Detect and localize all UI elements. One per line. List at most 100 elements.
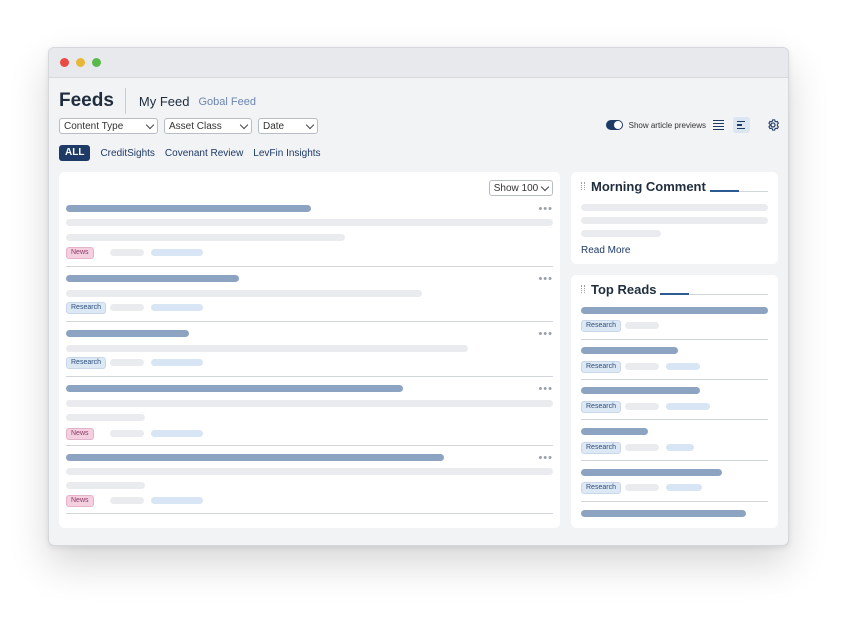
more-options-icon[interactable]: ••• [538, 384, 553, 395]
article-title-placeholder [66, 454, 444, 461]
article-title-placeholder [66, 330, 189, 337]
asset-class-select[interactable]: Asset Class [164, 118, 252, 134]
comment-placeholder [581, 217, 768, 224]
date-select[interactable]: Date [258, 118, 318, 134]
tab-creditsights[interactable]: CreditSights [100, 148, 154, 159]
article-title-placeholder [66, 275, 239, 282]
tag-placeholder [666, 403, 710, 410]
read-more-link[interactable]: Read More [581, 245, 630, 256]
tag-placeholder [151, 304, 203, 311]
minimize-window-button[interactable] [76, 58, 85, 67]
show-count-select[interactable]: Show 100 [489, 180, 553, 196]
title-accent-line [710, 190, 739, 192]
date-select-label: Date [263, 120, 285, 132]
my-feed-link[interactable]: My Feed [139, 94, 190, 109]
chevron-down-icon [540, 182, 550, 191]
article-title-placeholder [581, 387, 700, 394]
tab-levfin-insights[interactable]: LevFin Insights [253, 148, 320, 159]
asset-class-select-label: Asset Class [169, 120, 222, 132]
item-divider [66, 513, 553, 514]
tag-placeholder [151, 359, 203, 366]
close-window-button[interactable] [60, 58, 69, 67]
feed-panel: Show 100 ••• News ••• Research ••• Resea… [59, 172, 560, 528]
meta-placeholder [110, 359, 144, 366]
show-count-label: Show 100 [493, 182, 539, 194]
article-title-placeholder [581, 510, 746, 517]
top-reads-title: Top Reads [591, 282, 657, 297]
article-preview-placeholder [66, 234, 345, 241]
article-title-placeholder [581, 469, 722, 476]
article-preview-placeholder [66, 345, 468, 352]
content-type-select-label: Content Type [64, 120, 124, 132]
meta-placeholder [110, 304, 144, 311]
chevron-down-icon [239, 120, 249, 129]
meta-placeholder [110, 249, 144, 256]
source-tabs: ALL CreditSights Covenant Review LevFin … [59, 145, 321, 161]
meta-placeholder [625, 403, 659, 410]
news-badge: News [66, 247, 94, 259]
list-view-icon[interactable] [713, 120, 724, 130]
tab-all[interactable]: ALL [59, 145, 91, 161]
content-type-select[interactable]: Content Type [59, 118, 158, 134]
morning-comment-title: Morning Comment [591, 179, 706, 194]
research-badge: Research [66, 302, 106, 314]
tag-placeholder [151, 249, 203, 256]
item-divider [66, 445, 553, 446]
drag-handle-icon[interactable] [581, 182, 585, 190]
comment-placeholder [581, 230, 661, 237]
news-badge: News [66, 495, 94, 507]
article-preview-placeholder [66, 468, 553, 475]
article-preview-placeholder [66, 400, 553, 407]
tag-placeholder [666, 444, 694, 451]
comment-placeholder [581, 204, 768, 211]
tag-placeholder [151, 430, 203, 437]
gear-icon[interactable] [766, 118, 780, 132]
tag-placeholder [666, 363, 700, 370]
meta-placeholder [625, 444, 659, 451]
item-divider [66, 321, 553, 322]
global-feed-link[interactable]: Gobal Feed [199, 96, 256, 108]
article-title-placeholder [581, 347, 678, 354]
header-divider [124, 88, 126, 114]
view-controls: Show article previews [605, 117, 780, 133]
research-badge: Research [66, 357, 106, 369]
item-divider [581, 379, 768, 380]
item-divider [581, 339, 768, 340]
meta-placeholder [625, 363, 659, 370]
app-window: Feeds My Feed Gobal Feed Content Type As… [48, 47, 789, 546]
article-preview-toggle[interactable] [605, 120, 623, 130]
article-preview-placeholder [66, 290, 422, 297]
page-header: Feeds My Feed Gobal Feed [59, 88, 256, 114]
research-badge: Research [581, 482, 621, 494]
more-options-icon[interactable]: ••• [538, 453, 553, 464]
meta-placeholder [110, 430, 144, 437]
more-options-icon[interactable]: ••• [538, 329, 553, 340]
tab-covenant-review[interactable]: Covenant Review [165, 148, 243, 159]
item-divider [581, 460, 768, 461]
page-title: Feeds [59, 90, 114, 111]
chevron-down-icon [145, 120, 155, 129]
article-title-placeholder [581, 307, 768, 314]
research-badge: Research [581, 361, 621, 373]
more-options-icon[interactable]: ••• [538, 274, 553, 285]
meta-placeholder [625, 484, 659, 491]
article-preview-placeholder [66, 414, 145, 421]
chevron-down-icon [305, 120, 315, 129]
compact-view-icon[interactable] [733, 117, 750, 133]
more-options-icon[interactable]: ••• [538, 204, 553, 215]
morning-comment-widget: Morning Comment Read More [571, 172, 778, 264]
item-divider [66, 376, 553, 377]
tag-placeholder [666, 484, 702, 491]
drag-handle-icon[interactable] [581, 285, 585, 293]
research-badge: Research [581, 320, 621, 332]
article-preview-label: Show article previews [628, 120, 706, 130]
research-badge: Research [581, 401, 621, 413]
item-divider [581, 501, 768, 502]
news-badge: News [66, 428, 94, 440]
top-reads-widget: Top Reads Research Research Research Res… [571, 275, 778, 528]
article-preview-placeholder [66, 219, 553, 226]
filter-bar: Content Type Asset Class Date [59, 118, 318, 134]
item-divider [66, 266, 553, 267]
article-preview-placeholder [66, 482, 145, 489]
maximize-window-button[interactable] [92, 58, 101, 67]
